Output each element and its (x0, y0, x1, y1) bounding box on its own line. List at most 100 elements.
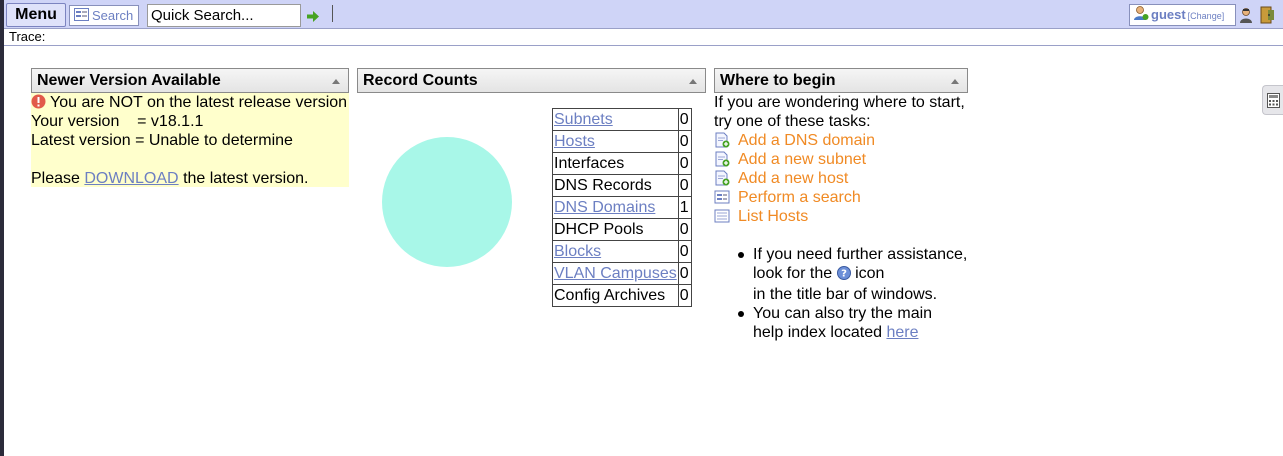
latest-version-value: = Unable to determine (135, 132, 293, 149)
user-preferences-icon[interactable] (1238, 7, 1254, 28)
record-counts-panel-title: Record Counts (357, 68, 706, 93)
where-to-begin-title-text: Where to begin (720, 72, 836, 89)
task-link[interactable]: List Hosts (714, 207, 984, 226)
error-icon (31, 94, 46, 114)
svg-text:?: ? (841, 269, 847, 280)
record-type-link[interactable]: VLAN Campuses (554, 265, 677, 282)
task-label: Add a DNS domain (738, 132, 875, 149)
task-link[interactable]: Perform a search (714, 188, 984, 207)
pie-slice-dns-domains (382, 137, 512, 267)
record-count-label-cell: Subnets (552, 108, 679, 131)
quick-search-input[interactable] (147, 4, 301, 27)
record-count-value: 0 (677, 174, 692, 197)
help1-line1: If you need further assistance, (753, 246, 968, 263)
please-text: Please (31, 170, 80, 187)
record-count-row: DHCP Pools 0 (552, 218, 692, 241)
change-user-link[interactable]: [Change] (1188, 11, 1225, 21)
record-count-label-cell: Config Archives (552, 284, 679, 307)
user-icon (1133, 5, 1149, 27)
record-count-label-cell: Blocks (552, 240, 679, 263)
search-form-icon (714, 189, 730, 205)
menu-button[interactable]: Menu (6, 3, 66, 27)
side-panel-tab[interactable] (1262, 85, 1283, 115)
list-icon (714, 208, 730, 224)
collapse-panel-icon[interactable] (689, 79, 697, 84)
record-type-label: DNS Records (554, 176, 652, 194)
help-item-index: You can also try the main help index loc… (736, 304, 967, 342)
record-count-label-cell: Hosts (552, 130, 679, 153)
record-type-label: DHCP Pools (554, 220, 644, 238)
task-link[interactable]: Add a DNS domain (714, 131, 984, 150)
logout-icon[interactable] (1260, 6, 1276, 29)
version-warning: You are NOT on the latest release versio… (50, 94, 348, 111)
task-label: List Hosts (738, 208, 809, 225)
where-to-begin-panel-title: Where to begin (714, 68, 968, 93)
your-version-value: = v18.1.1 (137, 113, 204, 130)
user-name: guest (1151, 7, 1186, 23)
add-document-icon (714, 151, 730, 167)
help-here-link[interactable]: here (886, 324, 918, 341)
record-count-row: DNS Records 0 (552, 174, 692, 197)
help1-line3: in the title bar of windows. (753, 286, 938, 303)
version-panel-title-text: Newer Version Available (37, 72, 221, 89)
help1-line2a: look for the (753, 265, 833, 282)
add-document-icon (714, 170, 730, 186)
record-count-label-cell: Interfaces (552, 152, 679, 175)
record-count-value: 0 (677, 284, 692, 307)
top-menu-bar: Menu Search guest[Change] (4, 0, 1283, 29)
record-counts-pie-chart (382, 137, 512, 267)
help2-line2: help index located (753, 324, 882, 341)
calculator-icon (1267, 93, 1280, 108)
record-type-link[interactable]: Hosts (554, 133, 595, 150)
task-label: Add a new host (738, 170, 849, 187)
trace-label: Trace: (9, 29, 46, 44)
where-intro-line1: If you are wondering where to start, (714, 94, 965, 111)
record-type-label: Config Archives (554, 286, 666, 304)
user-box[interactable]: guest [Change] (1129, 4, 1236, 26)
search-form-icon (74, 7, 89, 26)
your-version-label: Your version (31, 113, 120, 130)
help-item-assistance: If you need further assistance, look for… (736, 245, 967, 304)
record-type-link[interactable]: Blocks (554, 243, 601, 260)
task-label: Perform a search (738, 189, 861, 206)
record-count-value: 1 (677, 196, 692, 219)
record-count-row: VLAN Campuses 0 (552, 262, 692, 285)
window-left-edge (0, 0, 4, 456)
trace-bar: Trace: (4, 29, 1283, 46)
after-download-text: the latest version. (183, 170, 309, 187)
search-button-label: Search (92, 8, 134, 23)
record-type-link[interactable]: Subnets (554, 111, 613, 128)
record-type-label: Interfaces (554, 154, 625, 172)
task-link[interactable]: Add a new host (714, 169, 984, 188)
help-list: If you need further assistance, look for… (736, 245, 967, 342)
record-type-link[interactable]: DNS Domains (554, 199, 655, 216)
record-count-value: 0 (677, 262, 692, 285)
collapse-panel-icon[interactable] (332, 79, 340, 84)
record-count-row: Hosts 0 (552, 130, 692, 153)
record-count-label-cell: VLAN Campuses (552, 262, 679, 285)
record-counts-table: Subnets 0 Hosts 0 Interfaces 0 DNS Records 0 DNS… (552, 108, 692, 307)
search-button[interactable]: Search (69, 5, 139, 26)
task-link[interactable]: Add a new subnet (714, 150, 984, 169)
record-count-value: 0 (677, 240, 692, 263)
record-count-value: 0 (677, 218, 692, 241)
record-count-label-cell: DNS Records (552, 174, 679, 197)
record-counts-title-text: Record Counts (363, 72, 478, 89)
where-intro-line2: try one of these tasks: (714, 113, 871, 130)
record-count-row: Subnets 0 (552, 108, 692, 131)
collapse-panel-icon[interactable] (951, 79, 959, 84)
go-arrow-icon[interactable] (307, 9, 319, 27)
where-to-begin-body: If you are wondering where to start, try… (714, 93, 984, 226)
toolbar-separator (332, 5, 333, 22)
record-count-value: 0 (677, 130, 692, 153)
help-icon: ? (836, 266, 851, 285)
task-label: Add a new subnet (738, 151, 867, 168)
record-count-value: 0 (677, 108, 692, 131)
record-count-value: 0 (677, 152, 692, 175)
record-count-label-cell: DHCP Pools (552, 218, 679, 241)
latest-version-label: Latest version (31, 132, 131, 149)
record-count-row: Config Archives 0 (552, 284, 692, 307)
download-link[interactable]: DOWNLOAD (84, 170, 178, 187)
record-count-row: Interfaces 0 (552, 152, 692, 175)
help1-line2b: icon (855, 265, 885, 282)
